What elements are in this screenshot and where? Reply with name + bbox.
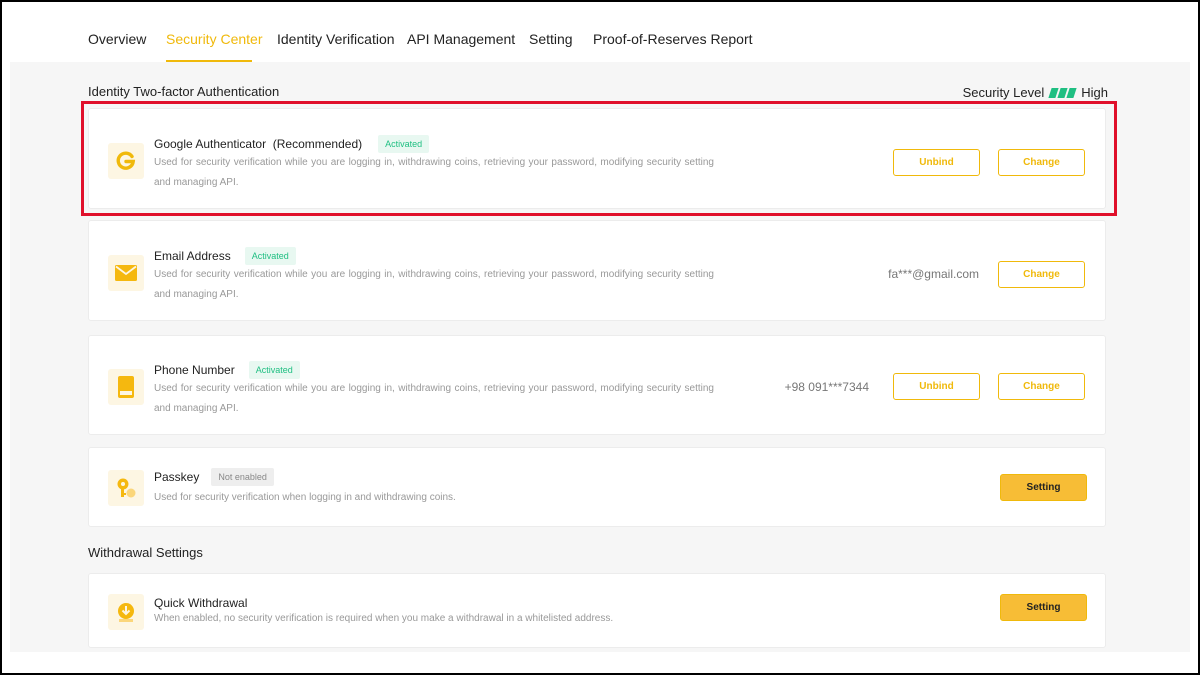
google-authenticator-icon <box>108 143 144 179</box>
phone-description: Used for security verification while you… <box>154 383 714 414</box>
passkey-title-row: Passkey Not enabled <box>154 468 274 486</box>
quick-withdrawal-description: When enabled, no security verification i… <box>154 613 614 624</box>
quick-withdrawal-title: Quick Withdrawal <box>154 596 248 610</box>
passkey-description: Used for security verification when logg… <box>154 492 456 503</box>
status-badge: Activated <box>244 247 296 265</box>
quick-withdrawal-title-row: Quick Withdrawal <box>154 596 247 610</box>
phone-unbind-button[interactable]: Unbind <box>893 373 980 400</box>
security-level-bars-icon <box>1048 87 1077 98</box>
email-title: Email Address <box>154 249 231 263</box>
tab-overview[interactable]: Overview <box>88 31 146 47</box>
passkey-title: Passkey <box>154 470 200 484</box>
status-badge: Activated <box>378 135 430 153</box>
phone-title: Phone Number <box>154 363 235 377</box>
phone-change-button[interactable]: Change <box>998 373 1085 400</box>
email-change-button[interactable]: Change <box>998 261 1085 288</box>
phone-icon <box>108 369 144 405</box>
google-authenticator-description: Used for security verification while you… <box>154 157 714 188</box>
tab-security-center[interactable]: Security Center <box>166 31 262 47</box>
google-authenticator-title: Google Authenticator (Recommended) <box>154 137 363 151</box>
top-nav: Overview Security Center Identity Verifi… <box>2 2 1198 62</box>
email-title-row: Email Address Activated <box>154 247 296 265</box>
phone-title-row: Phone Number Activated <box>154 361 300 379</box>
status-badge: Activated <box>248 361 300 379</box>
tab-setting[interactable]: Setting <box>529 31 573 47</box>
quick-withdrawal-setting-button[interactable]: Setting <box>1000 594 1087 621</box>
tab-proof-of-reserves[interactable]: Proof-of-Reserves Report <box>593 31 753 47</box>
passkey-card: Passkey Not enabled Used for security ve… <box>88 447 1106 527</box>
email-description: Used for security verification while you… <box>154 269 714 300</box>
key-icon <box>108 470 144 506</box>
google-authenticator-title-row: Google Authenticator (Recommended) Activ… <box>154 135 430 153</box>
phone-card: Phone Number Activated Used for security… <box>88 335 1106 435</box>
google-authenticator-card: Google Authenticator (Recommended) Activ… <box>88 108 1106 209</box>
security-level-value: High <box>1081 85 1108 100</box>
email-card: Email Address Activated Used for securit… <box>88 220 1106 321</box>
security-level-label: Security Level <box>962 85 1045 100</box>
withdrawal-section-title: Withdrawal Settings <box>88 545 203 560</box>
page-frame: Overview Security Center Identity Verifi… <box>2 2 1198 673</box>
email-value: fa***@gmail.com <box>888 267 979 281</box>
two-factor-section-title: Identity Two-factor Authentication <box>88 84 280 99</box>
google-authenticator-unbind-button[interactable]: Unbind <box>893 149 980 176</box>
status-badge: Not enabled <box>211 468 274 486</box>
quick-withdrawal-icon <box>108 594 144 630</box>
security-level: Security Level High <box>963 85 1108 100</box>
envelope-icon <box>108 255 144 291</box>
phone-value: +98 091***7344 <box>784 380 869 394</box>
google-authenticator-change-button[interactable]: Change <box>998 149 1085 176</box>
quick-withdrawal-card: Quick Withdrawal When enabled, no securi… <box>88 573 1106 648</box>
tab-api-management[interactable]: API Management <box>407 31 515 47</box>
tab-identity-verification[interactable]: Identity Verification <box>277 31 395 47</box>
passkey-setting-button[interactable]: Setting <box>1000 474 1087 501</box>
